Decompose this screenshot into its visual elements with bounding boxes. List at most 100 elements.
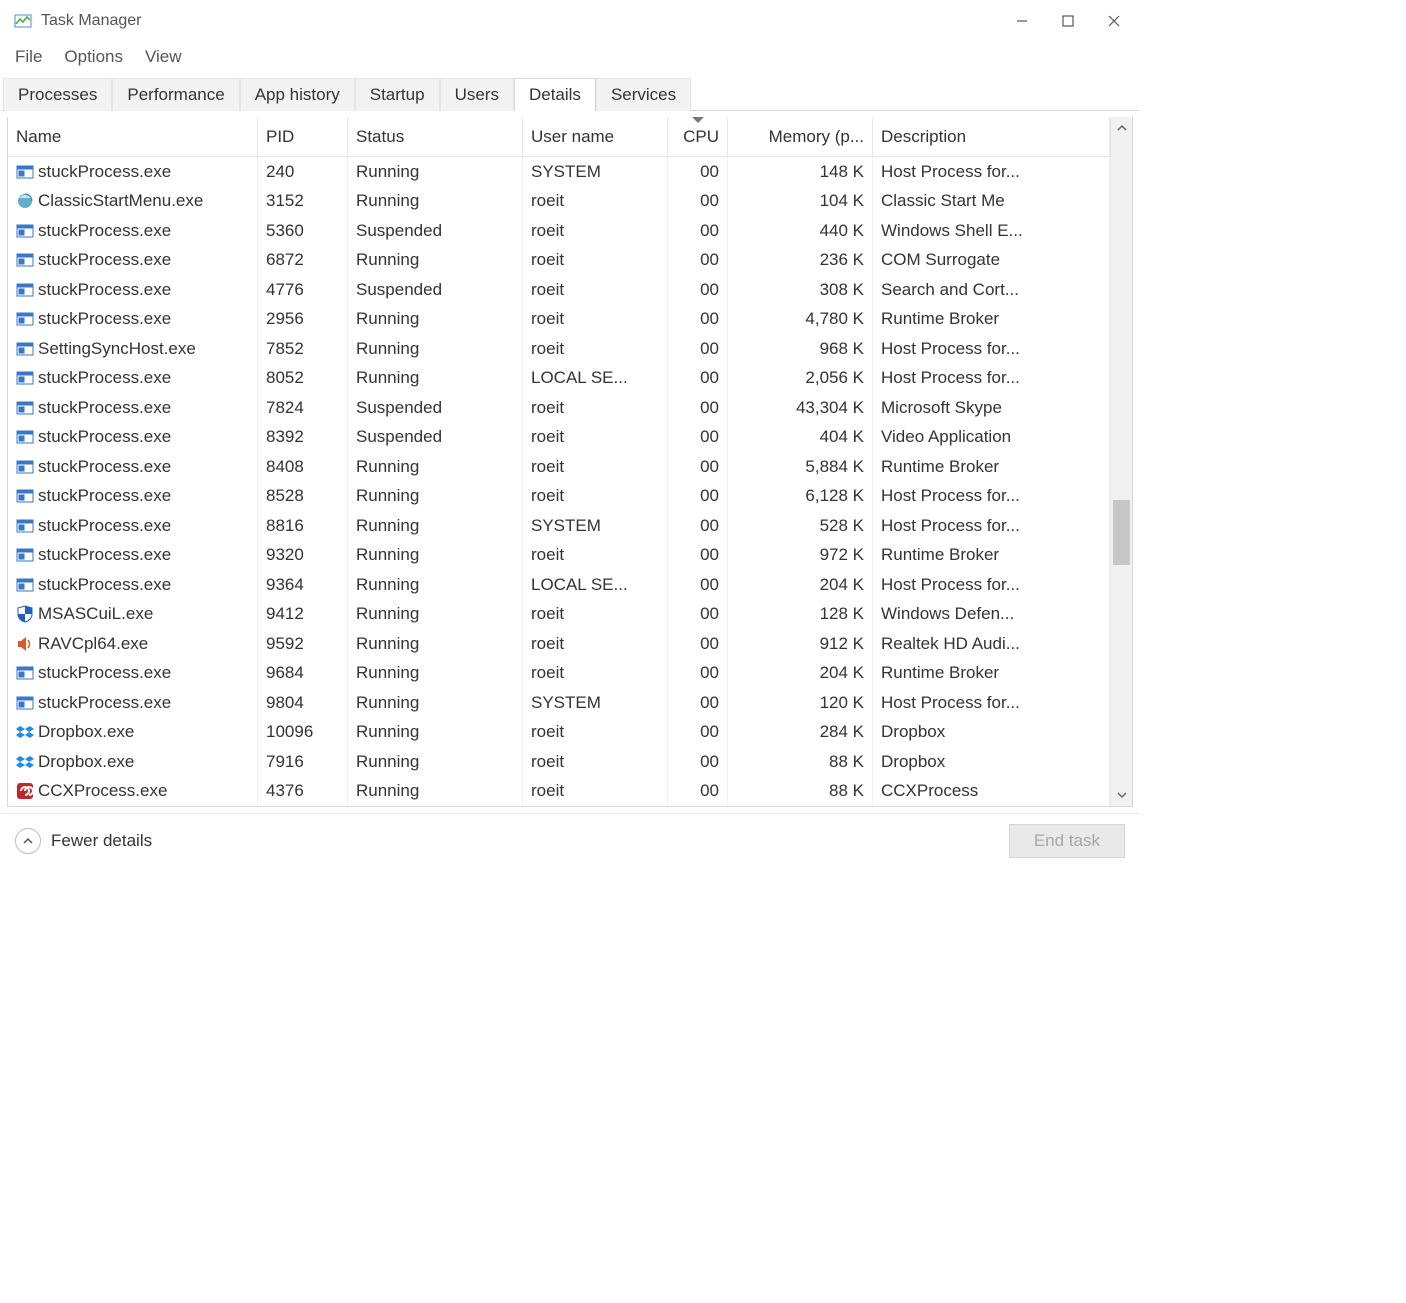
cell-status: Running [348,659,523,689]
cell-memory: 308 K [728,275,873,305]
cell-pid: 8408 [258,452,348,482]
process-icon [16,723,34,741]
process-name: stuckProcess.exe [38,309,171,329]
table-row[interactable]: stuckProcess.exe2956Runningroeit004,780 … [8,305,1110,335]
end-task-button[interactable]: End task [1009,824,1125,858]
cell-memory: 204 K [728,659,873,689]
cell-description: CCXProcess [873,777,1110,807]
tab-users[interactable]: Users [440,78,514,111]
tab-startup[interactable]: Startup [355,78,440,111]
column-header-cpu[interactable]: CPU [668,117,728,156]
table-row[interactable]: CCXProcess.exe4376Runningroeit0088 KCCXP… [8,777,1110,807]
menu-options[interactable]: Options [64,47,123,67]
cell-memory: 6,128 K [728,482,873,512]
cell-cpu: 00 [668,452,728,482]
cell-pid: 3152 [258,187,348,217]
table-row[interactable]: stuckProcess.exe240RunningSYSTEM00148 KH… [8,157,1110,187]
scrollbar-track[interactable] [1111,139,1132,784]
process-icon [16,517,34,535]
cell-description: Video Application [873,423,1110,453]
table-row[interactable]: stuckProcess.exe9684Runningroeit00204 KR… [8,659,1110,689]
cell-description: Dropbox [873,718,1110,748]
cell-cpu: 00 [668,659,728,689]
menu-view[interactable]: View [145,47,182,67]
table-row[interactable]: stuckProcess.exe9804RunningSYSTEM00120 K… [8,688,1110,718]
table-row[interactable]: stuckProcess.exe8052RunningLOCAL SE...00… [8,364,1110,394]
table-row[interactable]: stuckProcess.exe8816RunningSYSTEM00528 K… [8,511,1110,541]
tab-details[interactable]: Details [514,78,596,111]
cell-user: roeit [523,216,668,246]
cell-user: roeit [523,482,668,512]
maximize-button[interactable] [1045,5,1091,37]
table-row[interactable]: stuckProcess.exe7824Suspendedroeit0043,3… [8,393,1110,423]
process-icon [16,458,34,476]
vertical-scrollbar[interactable] [1110,117,1132,806]
cell-memory: 284 K [728,718,873,748]
tab-performance[interactable]: Performance [112,78,239,111]
process-name: stuckProcess.exe [38,575,171,595]
table-row[interactable]: RAVCpl64.exe9592Runningroeit00912 KRealt… [8,629,1110,659]
table-row[interactable]: stuckProcess.exe6872Runningroeit00236 KC… [8,246,1110,276]
process-icon [16,340,34,358]
cell-pid: 4776 [258,275,348,305]
cell-description: Realtek HD Audi... [873,629,1110,659]
cell-status: Suspended [348,275,523,305]
cell-user: roeit [523,187,668,217]
tab-app-history[interactable]: App history [240,78,355,111]
process-name: stuckProcess.exe [38,545,171,565]
cell-cpu: 00 [668,688,728,718]
column-header-user[interactable]: User name [523,117,668,156]
cell-cpu: 00 [668,157,728,187]
tab-services[interactable]: Services [596,78,691,111]
table-row[interactable]: SettingSyncHost.exe7852Runningroeit00968… [8,334,1110,364]
table-row[interactable]: stuckProcess.exe8392Suspendedroeit00404 … [8,423,1110,453]
cell-pid: 7916 [258,747,348,777]
table-row[interactable]: stuckProcess.exe8408Runningroeit005,884 … [8,452,1110,482]
table-row[interactable]: stuckProcess.exe9364RunningLOCAL SE...00… [8,570,1110,600]
cell-pid: 9684 [258,659,348,689]
process-name: stuckProcess.exe [38,457,171,477]
scroll-up-arrow-icon[interactable] [1111,117,1132,139]
cell-description: Microsoft Skype [873,393,1110,423]
column-header-pid[interactable]: PID [258,117,348,156]
process-icon [16,310,34,328]
table-row[interactable]: stuckProcess.exe8528Runningroeit006,128 … [8,482,1110,512]
process-name: stuckProcess.exe [38,427,171,447]
cell-cpu: 00 [668,629,728,659]
cell-memory: 972 K [728,541,873,571]
process-icon [16,605,34,623]
cell-memory: 104 K [728,187,873,217]
cell-pid: 9592 [258,629,348,659]
cell-pid: 9412 [258,600,348,630]
cell-user: roeit [523,541,668,571]
fewer-details-toggle[interactable]: Fewer details [15,828,152,854]
table-row[interactable]: Dropbox.exe7916Runningroeit0088 KDropbox [8,747,1110,777]
column-header-description[interactable]: Description [873,117,1110,156]
table-row[interactable]: stuckProcess.exe4776Suspendedroeit00308 … [8,275,1110,305]
table-row[interactable]: stuckProcess.exe5360Suspendedroeit00440 … [8,216,1110,246]
cell-user: roeit [523,275,668,305]
menu-file[interactable]: File [15,47,42,67]
cell-status: Running [348,777,523,807]
column-header-memory[interactable]: Memory (p... [728,117,873,156]
cell-pid: 9320 [258,541,348,571]
scrollbar-thumb[interactable] [1113,500,1130,565]
table-row[interactable]: stuckProcess.exe9320Runningroeit00972 KR… [8,541,1110,571]
cell-description: Host Process for... [873,688,1110,718]
table-row[interactable]: Dropbox.exe10096Runningroeit00284 KDropb… [8,718,1110,748]
cell-status: Running [348,364,523,394]
column-header-status[interactable]: Status [348,117,523,156]
cell-pid: 5360 [258,216,348,246]
column-header-name[interactable]: Name [8,117,258,156]
tab-processes[interactable]: Processes [3,78,112,111]
table-row[interactable]: MSASCuiL.exe9412Runningroeit00128 KWindo… [8,600,1110,630]
process-name: stuckProcess.exe [38,516,171,536]
minimize-button[interactable] [999,5,1045,37]
cell-status: Running [348,187,523,217]
scroll-down-arrow-icon[interactable] [1111,784,1132,806]
process-name: stuckProcess.exe [38,280,171,300]
table-row[interactable]: ClassicStartMenu.exe3152Runningroeit0010… [8,187,1110,217]
process-name: Dropbox.exe [38,752,134,772]
close-button[interactable] [1091,5,1137,37]
cell-description: Windows Defen... [873,600,1110,630]
